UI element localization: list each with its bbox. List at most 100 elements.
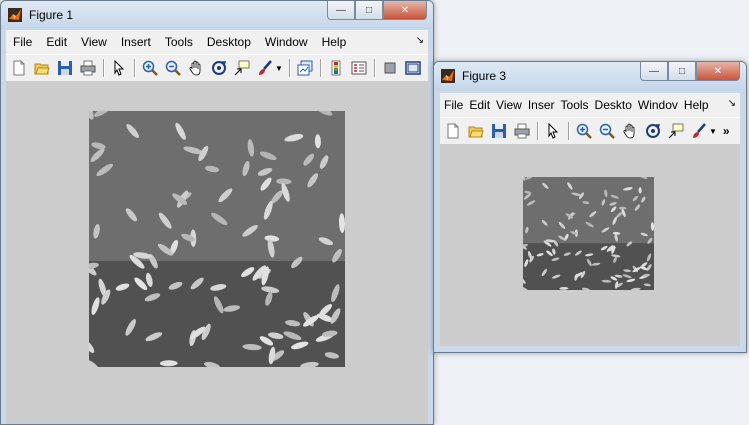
close-button[interactable]: ✕ <box>383 1 427 20</box>
open-file-icon <box>34 63 50 75</box>
menu-file[interactable]: File <box>440 98 466 112</box>
brush-dropdown-icon[interactable]: ▼ <box>709 127 717 136</box>
maximize-button[interactable]: □ <box>355 1 383 20</box>
figure1-client: File Edit View Insert Tools Desktop Wind… <box>6 30 428 424</box>
pan-button[interactable] <box>186 58 206 78</box>
brush-button[interactable] <box>255 58 275 78</box>
new-figure-icon <box>13 60 25 76</box>
save-icon <box>58 61 72 75</box>
toolbar-separator <box>103 59 105 77</box>
rice-image <box>89 111 345 367</box>
menu-desktop[interactable]: Deskto <box>592 98 635 112</box>
figure1-title: Figure 1 <box>29 8 74 22</box>
pointer-button[interactable] <box>109 58 129 78</box>
toolbar-separator <box>373 59 376 77</box>
save-icon <box>492 124 506 138</box>
menu-edit[interactable]: Edit <box>39 35 74 49</box>
hide-plot-tools-button[interactable] <box>380 58 400 78</box>
save-button[interactable] <box>489 121 509 141</box>
menu-help[interactable]: Help <box>681 98 712 112</box>
zoom-in-button[interactable] <box>140 58 160 78</box>
menubar-chevron-icon[interactable]: ↘ <box>416 35 424 46</box>
toolbar-separator <box>568 122 570 140</box>
print-icon <box>80 60 96 76</box>
menu-tools[interactable]: Tools <box>558 98 592 112</box>
print-button[interactable] <box>78 58 98 78</box>
brush-icon <box>693 123 706 138</box>
toolbar-separator <box>288 59 291 77</box>
rotate-3d-icon <box>212 61 227 75</box>
toolbar-overflow-icon[interactable]: » <box>723 124 730 138</box>
hide-plot-tools-icon <box>384 62 396 74</box>
maximize-button[interactable]: □ <box>668 62 696 81</box>
pointer-icon <box>548 123 559 139</box>
zoom-in-icon <box>142 60 158 76</box>
pan-hand-icon <box>623 123 635 139</box>
figure1-toolbar: ▼ <box>6 54 428 82</box>
minimize-button[interactable]: — <box>640 62 668 81</box>
brush-button[interactable] <box>689 121 709 141</box>
menu-tools[interactable]: Tools <box>158 35 200 49</box>
maximize-icon: □ <box>365 4 373 16</box>
menu-window[interactable]: Windov <box>635 98 681 112</box>
menu-insert[interactable]: Inser <box>525 98 558 112</box>
minimize-button[interactable]: — <box>327 1 355 20</box>
menu-insert[interactable]: Insert <box>114 35 158 49</box>
data-cursor-button[interactable] <box>232 58 252 78</box>
pointer-button[interactable] <box>543 121 563 141</box>
matlab-logo-icon <box>8 8 22 22</box>
figure3-caption-buttons: — □ ✕ <box>640 62 740 81</box>
open-file-icon <box>468 126 484 138</box>
figure3-title: Figure 3 <box>462 69 507 83</box>
legend-icon <box>351 61 367 75</box>
matlab-logo-icon <box>441 69 455 83</box>
data-cursor-icon <box>668 123 684 139</box>
menu-window[interactable]: Window <box>258 35 315 49</box>
pointer-icon <box>114 60 125 76</box>
figure3-menubar: File Edit View Inser Tools Deskto Windov… <box>440 93 740 117</box>
figure3-titlebar[interactable]: Figure 3 — □ ✕ <box>434 62 746 90</box>
figure3-canvas <box>440 144 740 346</box>
print-button[interactable] <box>512 121 532 141</box>
menu-help[interactable]: Help <box>315 35 354 49</box>
legend-button[interactable] <box>349 58 369 78</box>
data-cursor-button[interactable] <box>666 121 686 141</box>
brush-dropdown-icon[interactable]: ▼ <box>275 64 283 73</box>
minimize-icon: — <box>649 65 659 77</box>
rotate-3d-button[interactable] <box>643 121 663 141</box>
figure1-window[interactable]: Figure 1 — □ ✕ File Edit View Insert Too… <box>0 0 434 425</box>
rotate-3d-icon <box>646 124 661 138</box>
show-plot-tools-icon <box>405 61 421 75</box>
rice-image <box>523 177 654 290</box>
new-figure-button[interactable] <box>9 58 29 78</box>
toolbar-separator <box>134 59 136 77</box>
figure3-window[interactable]: Figure 3 — □ ✕ File Edit View Inser Tool… <box>433 61 747 353</box>
menu-desktop[interactable]: Desktop <box>200 35 258 49</box>
rotate-3d-button[interactable] <box>209 58 229 78</box>
zoom-in-button[interactable] <box>574 121 594 141</box>
figure1-titlebar[interactable]: Figure 1 — □ ✕ <box>1 1 433 29</box>
menu-view[interactable]: View <box>74 35 114 49</box>
save-button[interactable] <box>55 58 75 78</box>
menu-edit[interactable]: Edit <box>466 98 493 112</box>
new-figure-button[interactable] <box>443 121 463 141</box>
zoom-out-button[interactable] <box>597 121 617 141</box>
print-icon <box>514 123 530 139</box>
open-file-button[interactable] <box>466 121 486 141</box>
toolbar-separator <box>319 59 322 77</box>
link-plot-button[interactable] <box>295 58 315 78</box>
show-plot-tools-button[interactable] <box>403 58 423 78</box>
figure1-menubar: File Edit View Insert Tools Desktop Wind… <box>6 30 428 54</box>
menubar-chevron-icon[interactable]: ↘ <box>728 98 736 109</box>
close-button[interactable]: ✕ <box>696 62 740 81</box>
menu-file[interactable]: File <box>6 35 39 49</box>
open-file-button[interactable] <box>32 58 52 78</box>
menu-view[interactable]: View <box>493 98 525 112</box>
close-icon: ✕ <box>713 65 723 77</box>
zoom-out-button[interactable] <box>163 58 183 78</box>
figure1-canvas <box>6 81 428 424</box>
colorbar-button[interactable] <box>326 58 346 78</box>
pan-button[interactable] <box>620 121 640 141</box>
figure3-client: File Edit View Inser Tools Deskto Windov… <box>440 93 740 346</box>
figure1-caption-buttons: — □ ✕ <box>327 1 427 20</box>
